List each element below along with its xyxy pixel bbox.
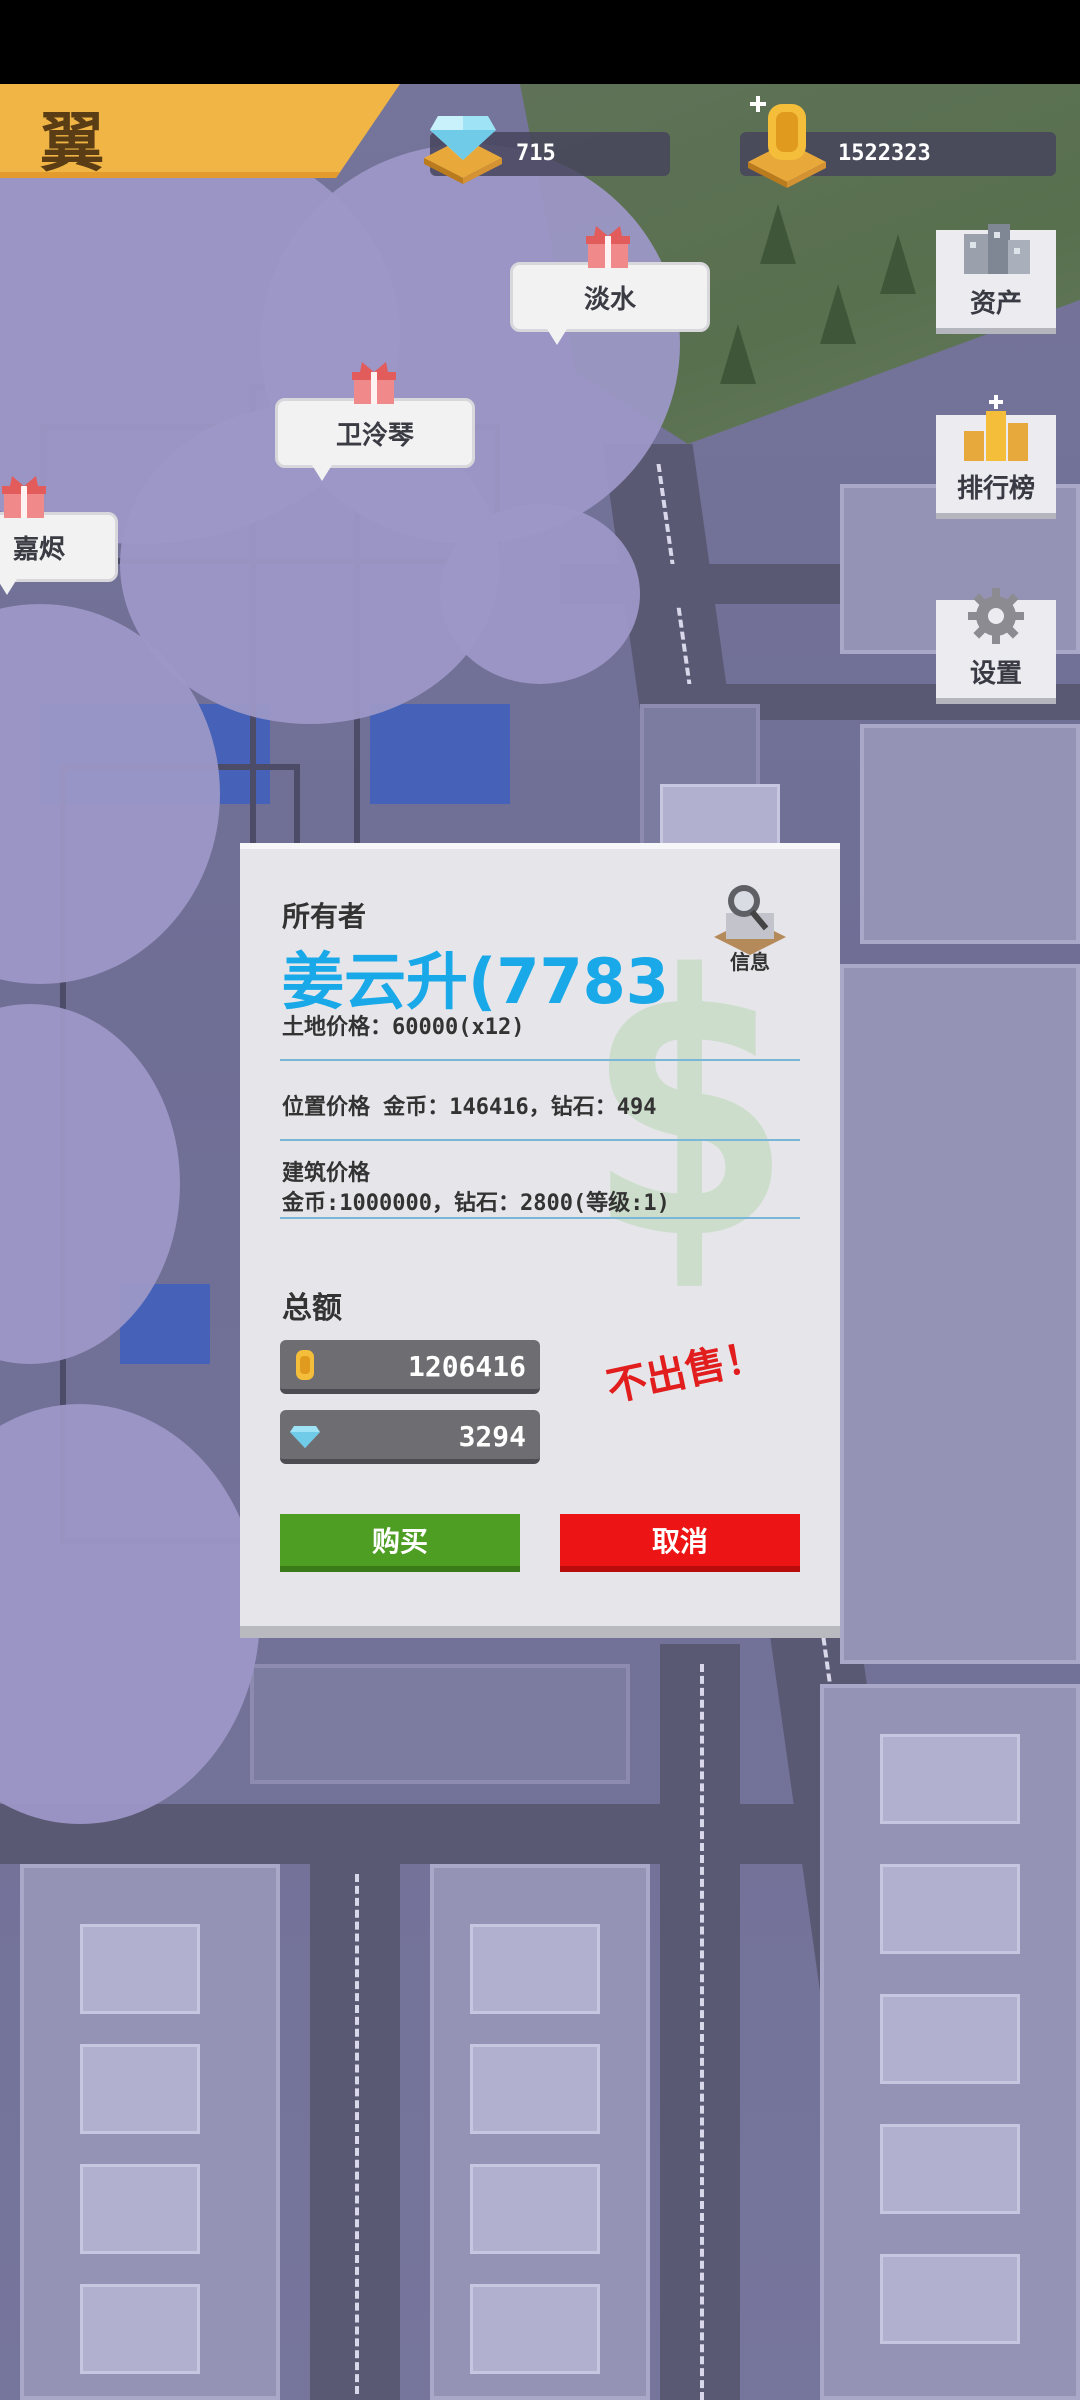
coin-count: 1522323 <box>838 141 931 166</box>
ranking-label: 排行榜 <box>956 474 1035 504</box>
rooftop <box>470 1924 600 2014</box>
cancel-button[interactable]: 取消 <box>560 1514 800 1572</box>
rooftop <box>470 2164 600 2254</box>
cancel-label: 取消 <box>651 1525 708 1558</box>
land-price: 土地价格：60000(x12) <box>282 1015 525 1040</box>
total-coins-value: 1206416 <box>407 1350 526 1383</box>
map-tag-label: 嘉烬 <box>12 534 65 565</box>
map-tag-land[interactable]: 淡水 <box>510 262 710 345</box>
map-tag-land[interactable]: 卫泠琴 <box>275 398 475 481</box>
diamond-icon <box>420 96 506 186</box>
coin-icon <box>296 1350 314 1380</box>
rooftop <box>880 2124 1020 2214</box>
total-diamonds-value: 3294 <box>458 1420 526 1453</box>
coin-icon <box>744 90 830 190</box>
construction-tarp <box>370 704 510 804</box>
diamond-icon <box>290 1426 320 1448</box>
city-block <box>250 1664 630 1784</box>
info-label: 信息 <box>730 950 770 974</box>
buy-button[interactable]: 购买 <box>280 1514 520 1572</box>
tree <box>720 324 756 384</box>
rooftop <box>80 2044 200 2134</box>
city-block <box>860 724 1080 944</box>
assets-button[interactable]: 资产 <box>936 224 1056 334</box>
divider <box>280 1217 800 1219</box>
info-button[interactable]: 信息 <box>700 879 800 979</box>
assets-label: 资产 <box>969 289 1022 319</box>
rooftop <box>470 2284 600 2374</box>
total-diamonds-box: 3294 <box>280 1410 540 1464</box>
player-badge-char: 翼 <box>40 106 104 181</box>
not-for-sale-stamp: 不出售！ <box>602 1332 769 1412</box>
divider <box>280 1139 800 1141</box>
gift-icon <box>586 226 630 268</box>
rooftop <box>880 2254 1020 2344</box>
assets-icon <box>958 210 1034 280</box>
map-tag-label: 淡水 <box>583 284 636 315</box>
owner-name: 姜云升(7783 <box>282 945 669 1018</box>
gift-icon <box>352 362 396 404</box>
tree <box>760 204 796 264</box>
tree <box>820 284 856 344</box>
gift-icon <box>2 476 46 518</box>
settings-button[interactable]: 设置 <box>936 588 1056 704</box>
road-lane <box>355 1874 359 2394</box>
map-tag-land[interactable]: 嘉烬 <box>0 512 118 595</box>
rooftop <box>80 1924 200 2014</box>
trophy-bars-icon <box>958 395 1034 465</box>
rooftop <box>880 1864 1020 1954</box>
rooftop <box>80 2284 200 2374</box>
rooftop <box>880 1994 1020 2084</box>
fog-cloud <box>440 504 640 684</box>
divider <box>280 1059 800 1061</box>
ranking-button[interactable]: 排行榜 <box>936 395 1056 519</box>
city-block <box>840 964 1080 1664</box>
gear-icon <box>958 580 1034 650</box>
location-price: 位置价格 金币：146416，钻石：494 <box>282 1095 657 1120</box>
diamond-count: 715 <box>516 141 556 166</box>
road-lane <box>700 1664 704 2400</box>
building-price: 金币:1000000，钻石：2800(等级:1) <box>282 1191 670 1216</box>
land-info-dialog: $ 所有者 姜云升(7783 信息 土地价格：60000(x12) 位置价格 金… <box>240 843 840 1638</box>
rooftop <box>470 2044 600 2134</box>
tree <box>880 234 916 294</box>
total-label: 总额 <box>282 1291 342 1326</box>
settings-label: 设置 <box>969 659 1022 689</box>
rooftop <box>880 1734 1020 1824</box>
building-price-title: 建筑价格 <box>282 1161 371 1186</box>
status-bar <box>0 0 1080 84</box>
rooftop <box>80 2164 200 2254</box>
buy-label: 购买 <box>371 1525 428 1558</box>
owner-label: 所有者 <box>282 900 367 933</box>
magnifier-icon <box>714 885 786 955</box>
total-coins-box: 1206416 <box>280 1340 540 1394</box>
map-tag-label: 卫泠琴 <box>335 420 414 451</box>
